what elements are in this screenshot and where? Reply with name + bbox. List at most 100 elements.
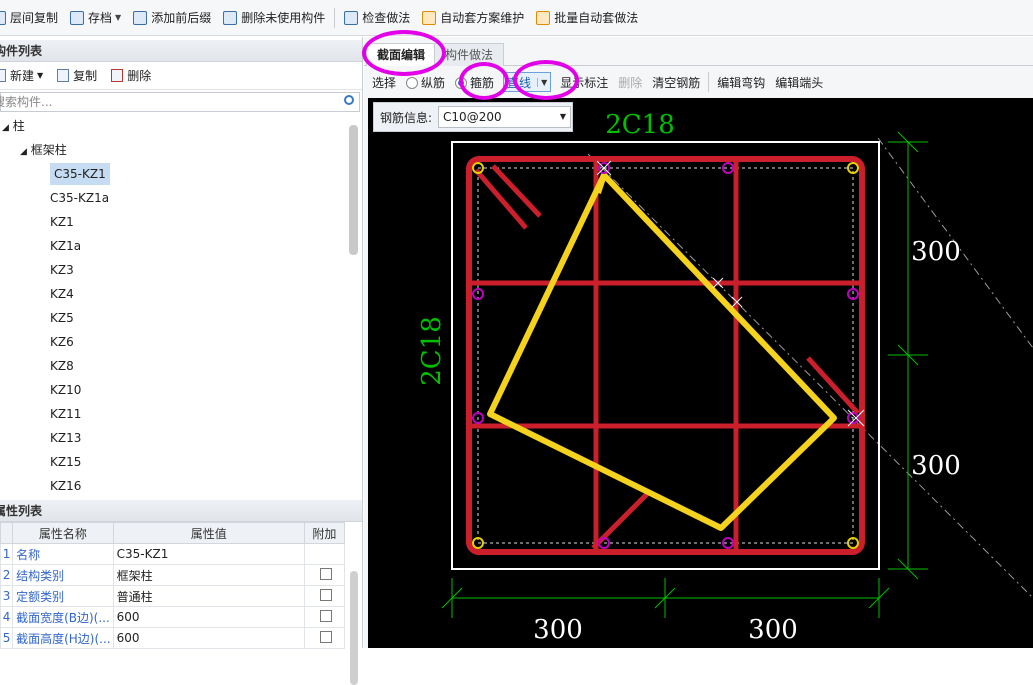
tree-item[interactable]: KZ10 bbox=[50, 379, 81, 401]
tree-item[interactable]: KZ5 bbox=[50, 307, 74, 329]
property-scrollbar[interactable] bbox=[350, 571, 358, 685]
section-editor-pane: 截面编辑 构件做法 选择 纵筋 箍筋 直线 ▼ 显示标注 删除 清空钢筋 编辑弯钩… bbox=[364, 37, 1033, 648]
stirrup-radio[interactable]: 箍筋 bbox=[455, 74, 494, 91]
tie-hook bbox=[806, 356, 860, 415]
tree-item[interactable]: KZ4 bbox=[50, 283, 74, 305]
copy-icon bbox=[57, 69, 70, 82]
extra-checkbox[interactable] bbox=[319, 588, 332, 601]
top-rebar-label[interactable]: 2C18 bbox=[605, 110, 675, 140]
copy-floors-icon bbox=[0, 10, 6, 25]
property-extra bbox=[303, 543, 346, 565]
chevron-down-icon: ▼ bbox=[559, 112, 567, 121]
edit-end-button[interactable]: 编辑端头 bbox=[775, 74, 823, 91]
extra-checkbox[interactable] bbox=[319, 609, 332, 622]
radio-selected-icon bbox=[455, 76, 468, 89]
batch-auto-button[interactable]: 批量自动套做法 bbox=[530, 6, 644, 30]
property-row[interactable]: 2 结构类别 框架柱 bbox=[0, 564, 346, 586]
outer-stirrup[interactable] bbox=[466, 156, 865, 555]
property-value[interactable]: 600 bbox=[112, 606, 305, 628]
tree-node-frame-column[interactable]: ◢ 框架柱 bbox=[20, 139, 67, 161]
tree-item[interactable]: KZ15 bbox=[50, 451, 81, 473]
col-extra: 附加 bbox=[303, 522, 346, 544]
check-method-icon bbox=[344, 10, 359, 25]
component-search-input[interactable]: 搜索构件... bbox=[0, 92, 360, 112]
property-list-header: 属性列表 bbox=[0, 500, 362, 522]
main-toolbar: 层间复制 存档 ▼ 添加前后缀 删除未使用构件 检查做法 自动套方案维护 批量自动… bbox=[0, 0, 1033, 36]
delete-unused-icon bbox=[223, 10, 238, 25]
tree-item[interactable]: KZ1 bbox=[50, 211, 74, 233]
property-row[interactable]: 3 定额类别 普通柱 bbox=[0, 585, 346, 607]
delete-component-button[interactable]: 删除 bbox=[111, 67, 151, 84]
dim-bottom-left: 300 bbox=[533, 615, 583, 645]
chevron-down-icon: ▼ bbox=[115, 13, 122, 22]
check-method-button[interactable]: 检查做法 bbox=[338, 6, 416, 30]
tree-item[interactable]: C35-KZ1 bbox=[50, 163, 110, 185]
row-number: 3 bbox=[0, 585, 14, 607]
show-labels-button[interactable]: 显示标注 bbox=[560, 74, 608, 91]
dim-right-upper: 300 bbox=[911, 237, 961, 267]
tree-item[interactable]: KZ16 bbox=[50, 475, 81, 497]
tree-scrollbar[interactable] bbox=[349, 125, 358, 255]
tree-item[interactable]: KZ3 bbox=[50, 259, 74, 281]
archive-button[interactable]: 存档 ▼ bbox=[64, 6, 127, 30]
copy-floors-button[interactable]: 层间复制 bbox=[0, 6, 64, 30]
selected-stirrup[interactable] bbox=[487, 172, 837, 531]
tree-item[interactable]: KZ6 bbox=[50, 331, 74, 353]
col-num bbox=[0, 522, 14, 544]
rebar-info-select[interactable]: C10@200 ▼ bbox=[438, 106, 572, 128]
property-name: 截面宽度(B边)(... bbox=[12, 606, 114, 628]
side-bars bbox=[472, 162, 859, 549]
tab-component-method[interactable]: 构件做法 bbox=[434, 43, 505, 66]
tree-item[interactable]: KZ1a bbox=[50, 235, 81, 257]
archive-icon bbox=[70, 10, 85, 25]
tree-item[interactable]: KZ11 bbox=[50, 403, 81, 425]
radio-icon bbox=[406, 76, 419, 89]
section-edit-toolbar: 选择 纵筋 箍筋 直线 ▼ 显示标注 删除 清空钢筋 编辑弯钩 编辑端头 bbox=[364, 67, 1033, 97]
dim-right-lower: 300 bbox=[911, 451, 961, 481]
tab-section-edit[interactable]: 截面编辑 bbox=[366, 43, 437, 66]
delete-unused-button[interactable]: 删除未使用构件 bbox=[217, 6, 331, 30]
left-rebar-label[interactable]: 2C18 bbox=[417, 316, 447, 386]
component-tree: ◢ 柱 ◢ 框架柱 C35-KZ1 C35-KZ1a KZ1 KZ1a KZ3 KZ4 KZ… bbox=[0, 115, 348, 521]
property-value[interactable]: 600 bbox=[112, 627, 305, 649]
copy-component-button[interactable]: 复制 bbox=[57, 67, 97, 84]
auto-scheme-icon bbox=[422, 10, 437, 25]
tree-item[interactable]: KZ8 bbox=[50, 355, 74, 377]
longitudinal-radio[interactable]: 纵筋 bbox=[406, 74, 445, 91]
property-value[interactable]: C35-KZ1 bbox=[112, 543, 305, 565]
property-name: 定额类别 bbox=[12, 585, 114, 607]
col-value: 属性值 bbox=[112, 522, 305, 544]
cover-line bbox=[477, 167, 854, 544]
row-number: 1 bbox=[0, 543, 14, 565]
collapse-icon[interactable]: ◢ bbox=[20, 147, 27, 157]
collapse-icon[interactable]: ◢ bbox=[2, 123, 9, 133]
new-component-button[interactable]: 新建 ▼ bbox=[0, 67, 43, 84]
toolbar-divider bbox=[708, 72, 710, 92]
property-row[interactable]: 5 截面高度(H边)(... 600 bbox=[0, 627, 346, 649]
chevron-down-icon: ▼ bbox=[37, 71, 44, 80]
extra-checkbox[interactable] bbox=[319, 567, 332, 580]
clear-rebar-button[interactable]: 清空钢筋 bbox=[652, 74, 700, 91]
property-extra bbox=[303, 564, 346, 586]
search-icon[interactable] bbox=[344, 95, 354, 105]
delete-rebar-button[interactable]: 删除 bbox=[618, 74, 642, 91]
auto-scheme-button[interactable]: 自动套方案维护 bbox=[416, 6, 530, 30]
selected-stirrup-hook bbox=[595, 174, 607, 194]
tree-item[interactable]: KZ13 bbox=[50, 427, 81, 449]
left-pane: 构件列表 新建▼ 复制 删除 搜索构件... ◢ 柱 ◢ 框架柱 C35-KZ1… bbox=[0, 37, 363, 685]
property-extra bbox=[303, 585, 346, 607]
rebar-info-bar: 钢筋信息: C10@200 ▼ bbox=[373, 102, 573, 132]
property-row[interactable]: 4 截面宽度(B边)(... 600 bbox=[0, 606, 346, 628]
add-prefix-button[interactable]: 添加前后缀 bbox=[127, 6, 217, 30]
property-value[interactable]: 框架柱 bbox=[112, 564, 305, 586]
draw-shape-select[interactable]: 直线 ▼ bbox=[503, 72, 552, 92]
tree-node-column[interactable]: ◢ 柱 bbox=[2, 115, 25, 137]
extra-checkbox[interactable] bbox=[319, 630, 332, 643]
property-row[interactable]: 1 名称 C35-KZ1 bbox=[0, 543, 346, 565]
edit-hook-button[interactable]: 编辑弯钩 bbox=[717, 74, 765, 91]
section-canvas[interactable]: 钢筋信息: C10@200 ▼ 2C18 2C18 300 300 300 30… bbox=[368, 98, 1033, 648]
toolbar-divider bbox=[334, 7, 336, 28]
tree-item[interactable]: C35-KZ1a bbox=[50, 187, 109, 209]
select-tool[interactable]: 选择 bbox=[372, 74, 396, 91]
property-value[interactable]: 普通柱 bbox=[112, 585, 305, 607]
